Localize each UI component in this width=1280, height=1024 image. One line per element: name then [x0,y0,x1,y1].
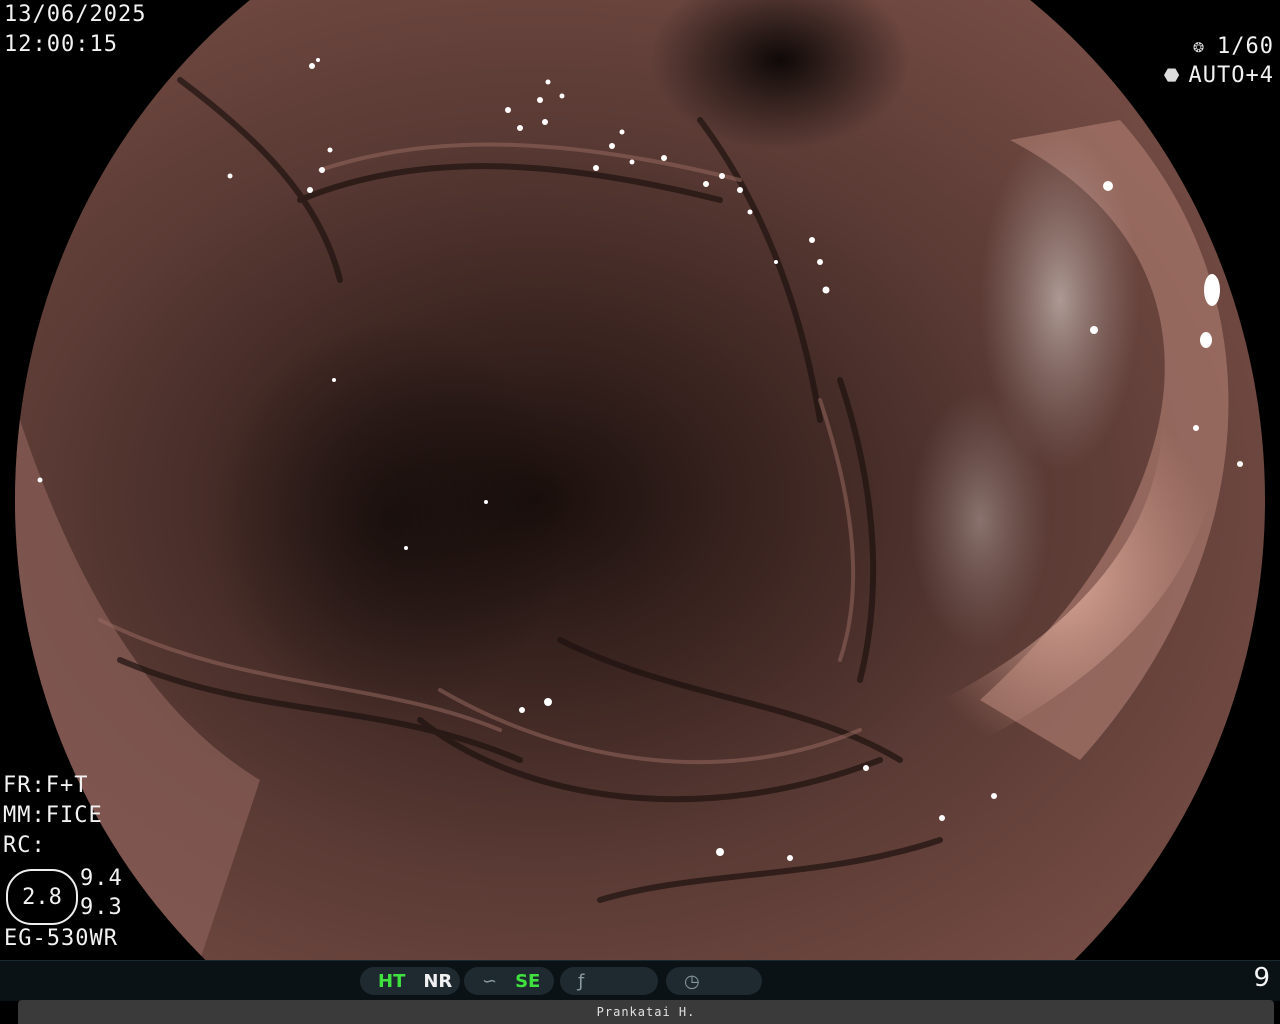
shutter-icon: ❂ [1193,36,1206,57]
endoscope-viewport: 13/06/2025 12:00:15 ❂ 1/60 ⬣ AUTO+4 FR:F… [0,0,1280,960]
mm-label: MM:FICE [3,803,103,828]
f-pill[interactable]: ƒ [560,967,658,995]
zoom-indicator: 2.8 [6,869,78,925]
shutter-value: 1/60 [1217,34,1274,59]
iris-value: AUTO+4 [1188,63,1274,88]
time-label: 12:00:15 [4,32,118,57]
f-icon: ƒ [578,970,585,992]
operator-footer: Prankatai H. [18,1000,1274,1024]
iris-icon: ⬣ [1163,65,1181,86]
ht-indicator[interactable]: HT [378,971,405,992]
value-2: 9.3 [80,895,123,920]
status-bar: HT NR ∽ SE ƒ ◷ 9 [0,960,1280,1001]
endoscopic-image [15,0,1265,960]
nr-indicator[interactable]: NR [423,971,452,992]
fr-label: FR:F+T [3,773,89,798]
se-curve-icon: ∽ [482,970,498,992]
ht-nr-pill[interactable]: HT NR [360,967,460,995]
page-number: 9 [1253,963,1270,993]
se-pill[interactable]: ∽ SE [464,967,554,995]
wave-pill[interactable]: ◷ [666,967,762,995]
value-1: 9.4 [80,866,123,891]
date-label: 13/06/2025 [4,2,147,27]
wave-circle-icon: ◷ [684,970,700,992]
operator-name: Prankatai H. [596,1005,696,1019]
rc-label: RC: [3,833,46,858]
scope-model-label: EG-530WR [4,926,118,951]
shutter-readout: ❂ 1/60 [1193,32,1274,62]
se-indicator[interactable]: SE [515,971,540,992]
iris-readout: ⬣ AUTO+4 [1164,61,1274,91]
zoom-value: 2.8 [22,884,62,910]
